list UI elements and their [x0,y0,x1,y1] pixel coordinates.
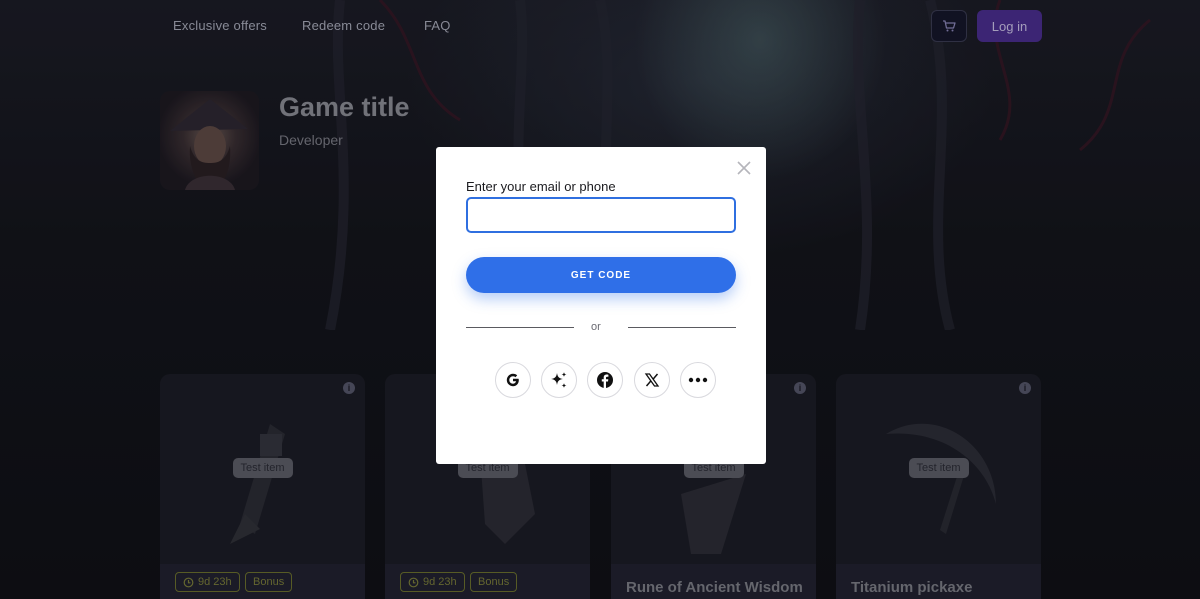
google-login-button[interactable] [495,362,531,398]
sparkle-login-button[interactable] [541,362,577,398]
more-icon [688,377,708,383]
facebook-icon [597,372,613,388]
close-button[interactable] [736,160,752,176]
or-label: or [591,321,601,333]
more-options-button[interactable] [680,362,716,398]
login-modal: Enter your email or phone GET CODE or [436,147,766,464]
sparkle-icon [551,372,567,388]
divider [628,327,736,328]
divider [466,327,574,328]
google-icon [506,373,519,387]
email-label: Enter your email or phone [466,179,616,194]
email-phone-input[interactable] [466,197,736,233]
facebook-login-button[interactable] [587,362,623,398]
x-icon [644,373,660,387]
close-icon [737,161,751,175]
x-login-button[interactable] [634,362,670,398]
get-code-button[interactable]: GET CODE [466,257,736,293]
